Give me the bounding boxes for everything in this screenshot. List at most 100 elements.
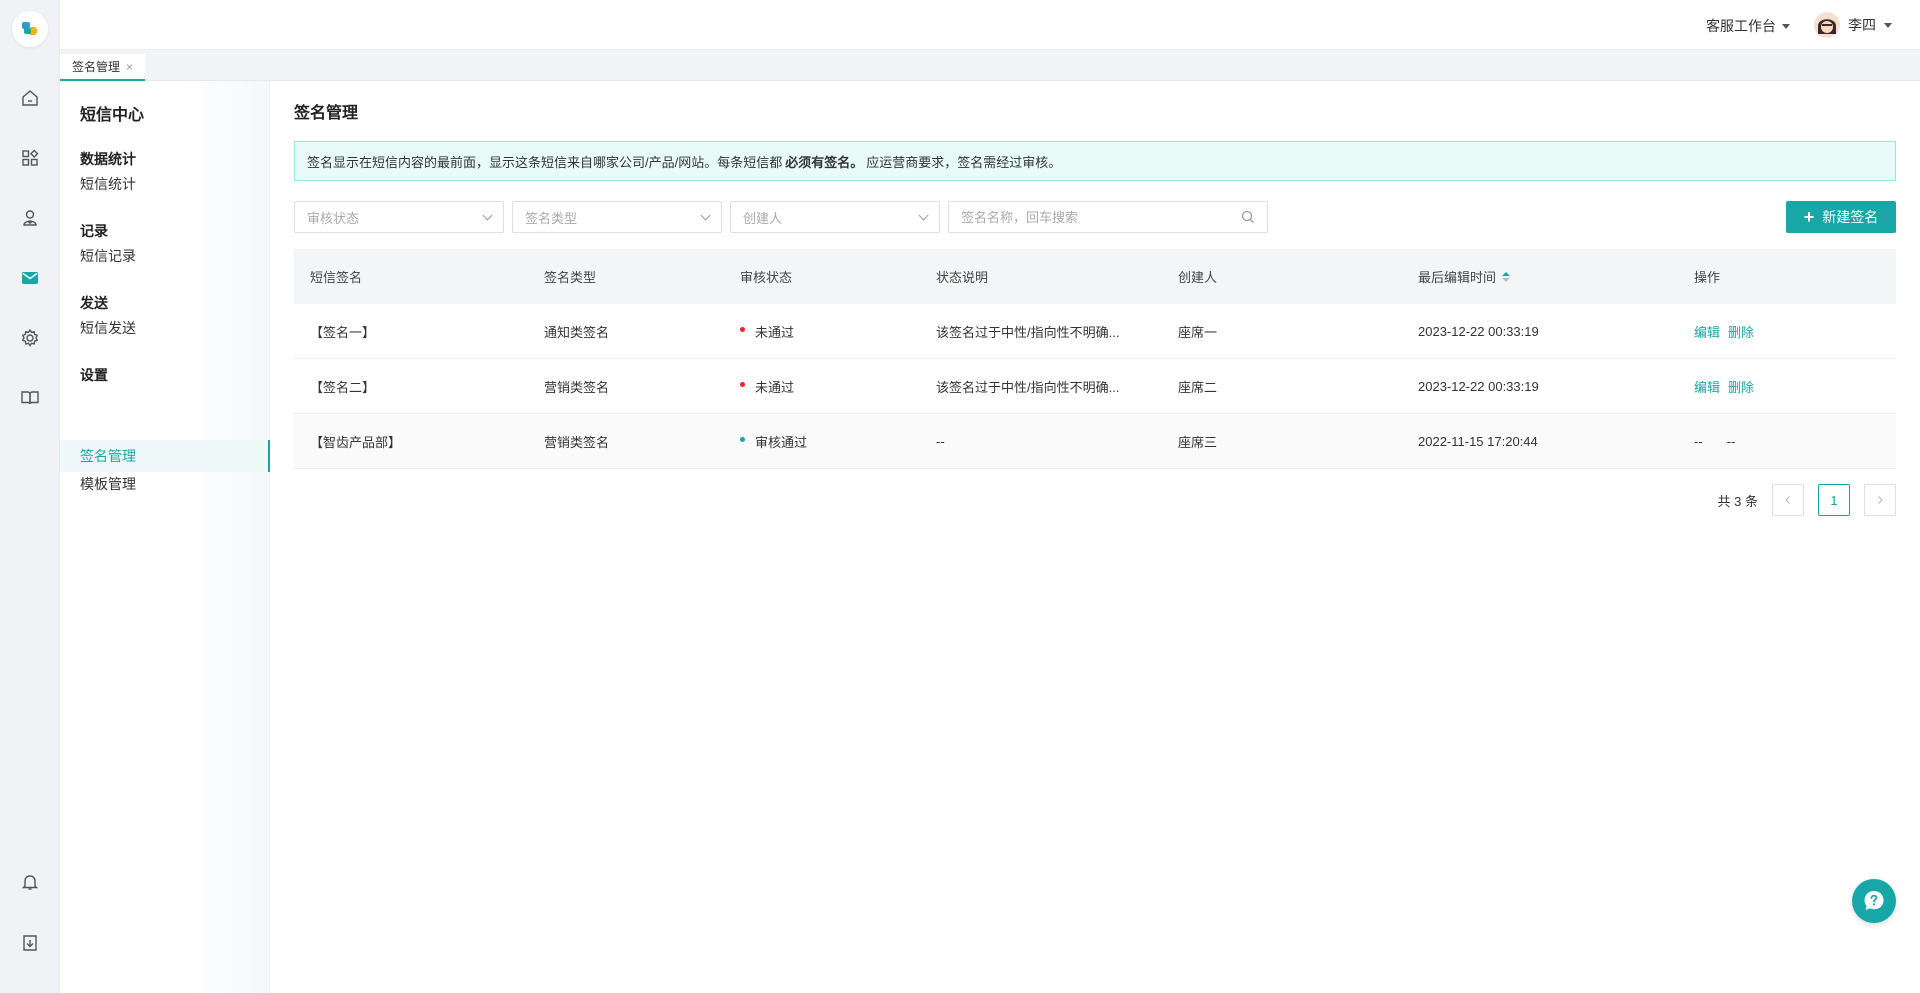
page-number-button[interactable]: 1 bbox=[1818, 484, 1850, 516]
help-chat-button[interactable] bbox=[1852, 879, 1896, 923]
status-text: 审核通过 bbox=[755, 434, 808, 450]
subnav-title: 短信中心 bbox=[80, 107, 145, 124]
search-input[interactable] bbox=[961, 209, 1221, 225]
sidebar-item-sms-send[interactable]: 短信发送 bbox=[60, 312, 270, 344]
new-signature-button[interactable]: + 新建签名 bbox=[1786, 201, 1896, 233]
signature-table: 短信签名 签名类型 审核状态 状态说明 创建人 最后编辑时间 操作 【签名一】 … bbox=[294, 249, 1896, 469]
chevron-down-icon bbox=[918, 210, 929, 220]
page-title: 签名管理 bbox=[294, 105, 359, 122]
cell-actions: 编辑 删除 bbox=[1686, 322, 1896, 341]
mail-icon[interactable] bbox=[15, 263, 45, 293]
filter-bar: 审核状态 签名类型 创建人 bbox=[294, 201, 1268, 233]
cell-creator: 座席三 bbox=[1178, 434, 1218, 450]
column-header-sortable[interactable]: 最后编辑时间 bbox=[1410, 267, 1686, 286]
cell-status: 审核通过 bbox=[732, 432, 928, 451]
next-page-button[interactable] bbox=[1864, 484, 1896, 516]
cell-desc: -- bbox=[936, 433, 945, 449]
tab-strip: 签名管理 × bbox=[60, 50, 1920, 81]
status-dot-icon bbox=[740, 436, 745, 442]
edit-link[interactable]: 编辑 bbox=[1694, 325, 1720, 340]
workspace-switcher[interactable]: 客服工作台 bbox=[1706, 16, 1790, 36]
close-icon[interactable]: × bbox=[126, 60, 133, 74]
group-title-records: 记录 bbox=[80, 223, 108, 239]
apps-grid-icon[interactable] bbox=[15, 143, 45, 173]
plus-icon: + bbox=[1803, 207, 1815, 227]
top-header: 客服工作台 李四 bbox=[60, 0, 1920, 50]
cell-time: 2023-12-22 00:33:19 bbox=[1418, 378, 1539, 394]
bell-icon[interactable] bbox=[15, 867, 45, 897]
status-text: 未通过 bbox=[755, 324, 795, 340]
tab-label: 签名管理 bbox=[72, 60, 121, 74]
sub-sidebar: 短信中心 数据统计 短信统计 记录 短信记录 发送 短信发送 设置 签名管理 模… bbox=[60, 81, 270, 993]
audit-status-select[interactable]: 审核状态 bbox=[294, 201, 504, 233]
group-title-settings: 设置 bbox=[80, 367, 108, 383]
user-service-icon[interactable] bbox=[15, 203, 45, 233]
column-header: 签名类型 bbox=[544, 270, 597, 285]
search-box bbox=[948, 201, 1268, 233]
sidebar-item-sms-stats[interactable]: 短信统计 bbox=[60, 168, 270, 200]
table-row: 【签名一】 通知类签名 未通过 该签名过于中性/指向性不明确... 座席一 20… bbox=[294, 304, 1896, 359]
notice-text-bold: 必须有签名。 bbox=[785, 154, 864, 170]
cell-desc: 该签名过于中性/指向性不明确... bbox=[936, 324, 1120, 340]
notice-text-prefix: 签名显示在短信内容的最前面，显示这条短信来自哪家公司/产品/网站。每条短信都 bbox=[307, 154, 783, 170]
cell-creator: 座席二 bbox=[1178, 379, 1218, 395]
column-header: 审核状态 bbox=[740, 270, 793, 285]
home-icon[interactable] bbox=[15, 83, 45, 113]
sort-icon[interactable] bbox=[1502, 271, 1511, 282]
chevron-right-icon bbox=[1878, 496, 1883, 504]
download-icon[interactable] bbox=[15, 928, 45, 958]
total-count: 共 3 条 bbox=[1717, 493, 1758, 509]
group-title-send: 发送 bbox=[80, 295, 108, 311]
user-name: 李四 bbox=[1848, 17, 1876, 33]
status-dot-icon bbox=[740, 326, 745, 332]
sign-type-select[interactable]: 签名类型 bbox=[512, 201, 722, 233]
app-root: 客服工作台 李四 签名管理 × 短信中心 数据统计 短信统计 记录 短信记录 发… bbox=[0, 0, 1920, 993]
cell-name: 【智齿产品部】 bbox=[310, 434, 402, 450]
user-menu[interactable]: 李四 bbox=[1814, 12, 1892, 38]
search-icon[interactable] bbox=[1241, 210, 1255, 224]
creator-select[interactable]: 创建人 bbox=[730, 201, 940, 233]
app-logo[interactable] bbox=[12, 11, 48, 47]
cell-name: 【签名一】 bbox=[310, 324, 376, 340]
settings-gear-icon[interactable] bbox=[15, 323, 45, 353]
caret-down-icon bbox=[1884, 22, 1892, 28]
prev-page-button[interactable] bbox=[1772, 484, 1804, 516]
workspace-label: 客服工作台 bbox=[1706, 18, 1776, 34]
caret-down-icon bbox=[1782, 23, 1790, 29]
creator-placeholder: 创建人 bbox=[743, 210, 783, 226]
audit-status-placeholder: 审核状态 bbox=[307, 210, 360, 226]
chevron-down-icon bbox=[482, 210, 493, 220]
question-chat-icon bbox=[1864, 891, 1884, 910]
cell-creator: 座席一 bbox=[1178, 324, 1218, 340]
column-header-label: 最后编辑时间 bbox=[1418, 270, 1497, 285]
status-text: 未通过 bbox=[755, 379, 795, 395]
table-row: 【智齿产品部】 营销类签名 审核通过 -- 座席三 2022-11-15 17:… bbox=[294, 414, 1896, 469]
cell-type: 营销类签名 bbox=[544, 434, 610, 450]
action-placeholder: -- bbox=[1694, 433, 1703, 449]
table-header: 短信签名 签名类型 审核状态 状态说明 创建人 最后编辑时间 操作 bbox=[294, 249, 1896, 304]
chevron-left-icon bbox=[1785, 496, 1790, 504]
notice-text-suffix: 应运营商要求，签名需经过审核。 bbox=[866, 154, 1062, 170]
sidebar-item-sms-records[interactable]: 短信记录 bbox=[60, 240, 270, 272]
chevron-down-icon bbox=[700, 210, 711, 220]
cell-time: 2022-11-15 17:20:44 bbox=[1418, 433, 1538, 449]
new-signature-label: 新建签名 bbox=[1822, 209, 1879, 225]
column-header: 短信签名 bbox=[310, 270, 363, 285]
table-row: 【签名二】 营销类签名 未通过 该签名过于中性/指向性不明确... 座席二 20… bbox=[294, 359, 1896, 414]
cell-name: 【签名二】 bbox=[310, 379, 376, 395]
book-icon[interactable] bbox=[15, 383, 45, 413]
cell-type: 营销类签名 bbox=[544, 379, 610, 395]
edit-link[interactable]: 编辑 bbox=[1694, 380, 1720, 395]
sign-type-placeholder: 签名类型 bbox=[525, 210, 578, 226]
action-placeholder: -- bbox=[1726, 433, 1736, 449]
delete-link[interactable]: 删除 bbox=[1728, 325, 1754, 340]
column-header: 创建人 bbox=[1178, 270, 1218, 285]
avatar bbox=[1814, 12, 1840, 38]
main-content: 签名管理 签名显示在短信内容的最前面，显示这条短信来自哪家公司/产品/网站。每条… bbox=[270, 81, 1920, 993]
tab-signature-management[interactable]: 签名管理 × bbox=[60, 54, 146, 81]
icon-rail bbox=[0, 0, 60, 993]
status-dot-icon bbox=[740, 381, 745, 387]
cell-actions: 编辑 删除 bbox=[1686, 377, 1896, 396]
delete-link[interactable]: 删除 bbox=[1728, 380, 1754, 395]
sidebar-item-template-management[interactable]: 模板管理 bbox=[60, 468, 270, 500]
